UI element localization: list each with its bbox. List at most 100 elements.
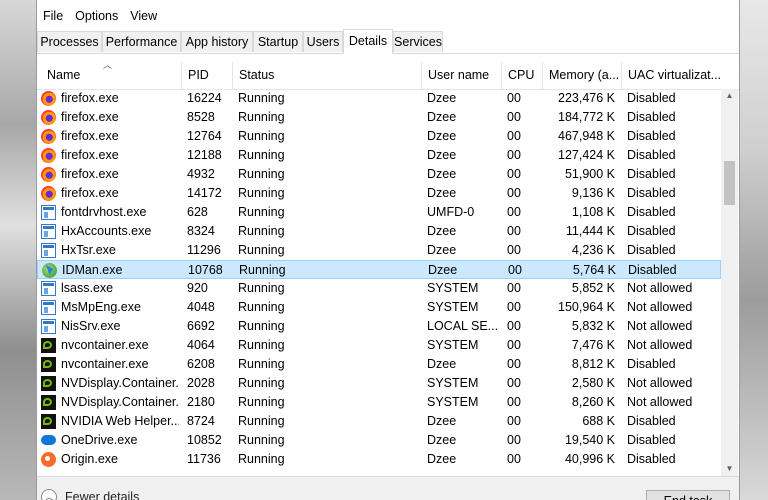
cell-memory: 688 K (582, 414, 615, 428)
fewer-details-button[interactable]: ︿ Fewer details (41, 489, 139, 500)
table-row[interactable]: firefox.exe 12764 Running Dzee 00 467,948 K Di… (37, 127, 721, 146)
cell-cpu: 00 (507, 91, 521, 105)
cell-name: NVDisplay.Container... (61, 376, 179, 390)
cell-memory: 19,540 K (564, 433, 615, 447)
cell-status: Running (238, 319, 285, 333)
tab-processes[interactable]: Processes (37, 31, 102, 52)
table-row[interactable]: firefox.exe 14172 Running Dzee 00 9,136 K Disa… (37, 184, 721, 203)
tab-details[interactable]: Details (343, 29, 393, 54)
table-row[interactable]: firefox.exe 16224 Running Dzee 00 223,476 K Di… (37, 89, 721, 108)
cell-name: firefox.exe (61, 186, 119, 200)
tab-performance[interactable]: Performance (102, 31, 181, 52)
cell-memory: 184,772 K (558, 110, 615, 124)
origin-icon (41, 452, 56, 467)
vertical-scrollbar[interactable]: ▲ ▼ (721, 89, 738, 476)
task-manager-window: File Options View Processes Performance … (36, 0, 740, 500)
menu-view[interactable]: View (124, 9, 163, 23)
cell-uac: Disabled (627, 110, 676, 124)
cell-uac: Disabled (627, 414, 676, 428)
cell-status: Running (238, 452, 285, 466)
table-row[interactable]: nvcontainer.exe 4064 Running SYSTEM 00 7,476 … (37, 336, 721, 355)
column-header-status[interactable]: Status (232, 62, 421, 89)
onedrive-icon (41, 435, 56, 445)
cell-name: firefox.exe (61, 91, 119, 105)
tab-users[interactable]: Users (303, 31, 343, 52)
cell-user: Dzee (427, 224, 457, 238)
cell-status: Running (238, 433, 285, 447)
firefox-icon (41, 129, 56, 144)
menu-bar: File Options View (37, 6, 163, 26)
table-row[interactable]: firefox.exe 4932 Running Dzee 00 51,900 K Disa… (37, 165, 721, 184)
scroll-thumb[interactable] (724, 161, 735, 205)
scroll-down-icon[interactable]: ▼ (721, 462, 738, 476)
footer-bar: ︿ Fewer details End task (37, 476, 739, 500)
table-row[interactable]: HxTsr.exe 11296 Running Dzee 00 4,236 K Disabl… (37, 241, 721, 260)
column-header-memory[interactable]: Memory (a... (542, 62, 621, 89)
cell-memory: 1,108 K (571, 205, 615, 219)
cell-pid: 4932 (187, 167, 215, 181)
cell-user: SYSTEM (427, 338, 479, 352)
cell-status: Running (238, 224, 285, 238)
table-row[interactable]: NVDisplay.Container... 2028 Running SYSTEM 0… (37, 374, 721, 393)
column-header-cpu[interactable]: CPU (501, 62, 542, 89)
column-header-uac-virtualization[interactable]: UAC virtualizat... (621, 62, 721, 89)
cell-pid: 2180 (187, 395, 215, 409)
cell-memory: 7,476 K (571, 338, 615, 352)
cell-user: Dzee (427, 129, 457, 143)
table-row[interactable]: Origin.exe 11736 Running Dzee 00 40,996 K Disa… (37, 450, 721, 469)
cell-uac: Disabled (627, 186, 676, 200)
cell-name: MsMpEng.exe (61, 300, 141, 314)
cell-status: Running (238, 148, 285, 162)
tab-app-history[interactable]: App history (181, 31, 253, 52)
cell-status: Running (238, 376, 285, 390)
cell-uac: Disabled (627, 433, 676, 447)
column-header-user-name[interactable]: User name (421, 62, 501, 89)
cell-memory: 2,580 K (571, 376, 615, 390)
end-task-button[interactable]: End task (646, 490, 730, 500)
cell-status: Running (238, 281, 285, 295)
table-row[interactable]: firefox.exe 12188 Running Dzee 00 127,424 K Di… (37, 146, 721, 165)
cell-cpu: 00 (507, 148, 521, 162)
table-header: ︿ Name PID Status User name CPU Memory (… (37, 62, 739, 90)
table-row[interactable]: fontdrvhost.exe 628 Running UMFD-0 00 1,108 K… (37, 203, 721, 222)
table-row[interactable]: firefox.exe 8528 Running Dzee 00 184,772 K Dis… (37, 108, 721, 127)
table-row[interactable]: IDMan.exe 10768 Running Dzee 00 5,764 K Disabl… (37, 260, 721, 279)
table-row[interactable]: NVDisplay.Container... 2180 Running SYSTEM 0… (37, 393, 721, 412)
table-row[interactable]: lsass.exe 920 Running SYSTEM 00 5,852 K Not al… (37, 279, 721, 298)
cell-pid: 10768 (188, 263, 223, 277)
cell-status: Running (238, 357, 285, 371)
win-icon (41, 243, 56, 258)
cell-memory: 5,764 K (572, 263, 616, 277)
cell-name: firefox.exe (61, 129, 119, 143)
tab-services[interactable]: Services (393, 31, 443, 52)
column-header-name[interactable]: ︿ Name (37, 62, 181, 89)
table-row[interactable]: NVIDIA Web Helper.... 8724 Running Dzee 00 68… (37, 412, 721, 431)
cell-name: firefox.exe (61, 110, 119, 124)
cell-memory: 5,852 K (571, 281, 615, 295)
cell-cpu: 00 (507, 357, 521, 371)
cell-pid: 4064 (187, 338, 215, 352)
cell-name: firefox.exe (61, 148, 119, 162)
table-row[interactable]: nvcontainer.exe 6208 Running Dzee 00 8,812 K D… (37, 355, 721, 374)
table-row[interactable]: NisSrv.exe 6692 Running LOCAL SE... 00 5,832 … (37, 317, 721, 336)
cell-status: Running (238, 129, 285, 143)
cell-cpu: 00 (507, 186, 521, 200)
cell-user: SYSTEM (427, 376, 479, 390)
cell-pid: 11736 (187, 452, 221, 466)
cell-status: Running (239, 263, 286, 277)
tab-startup[interactable]: Startup (253, 31, 303, 52)
nvidia-icon (41, 357, 56, 372)
cell-uac: Disabled (627, 243, 676, 257)
column-header-pid[interactable]: PID (181, 62, 232, 89)
table-row[interactable]: HxAccounts.exe 8324 Running Dzee 00 11,444 K D… (37, 222, 721, 241)
scroll-up-icon[interactable]: ▲ (721, 89, 738, 103)
cell-status: Running (238, 110, 285, 124)
menu-file[interactable]: File (37, 9, 69, 23)
table-row[interactable]: MsMpEng.exe 4048 Running SYSTEM 00 150,964 K N… (37, 298, 721, 317)
win-icon (41, 281, 56, 296)
cell-status: Running (238, 243, 285, 257)
cell-user: Dzee (427, 357, 457, 371)
cell-name: NVIDIA Web Helper.... (61, 414, 179, 428)
menu-options[interactable]: Options (69, 9, 124, 23)
table-row[interactable]: OneDrive.exe 10852 Running Dzee 00 19,540 K Di… (37, 431, 721, 450)
